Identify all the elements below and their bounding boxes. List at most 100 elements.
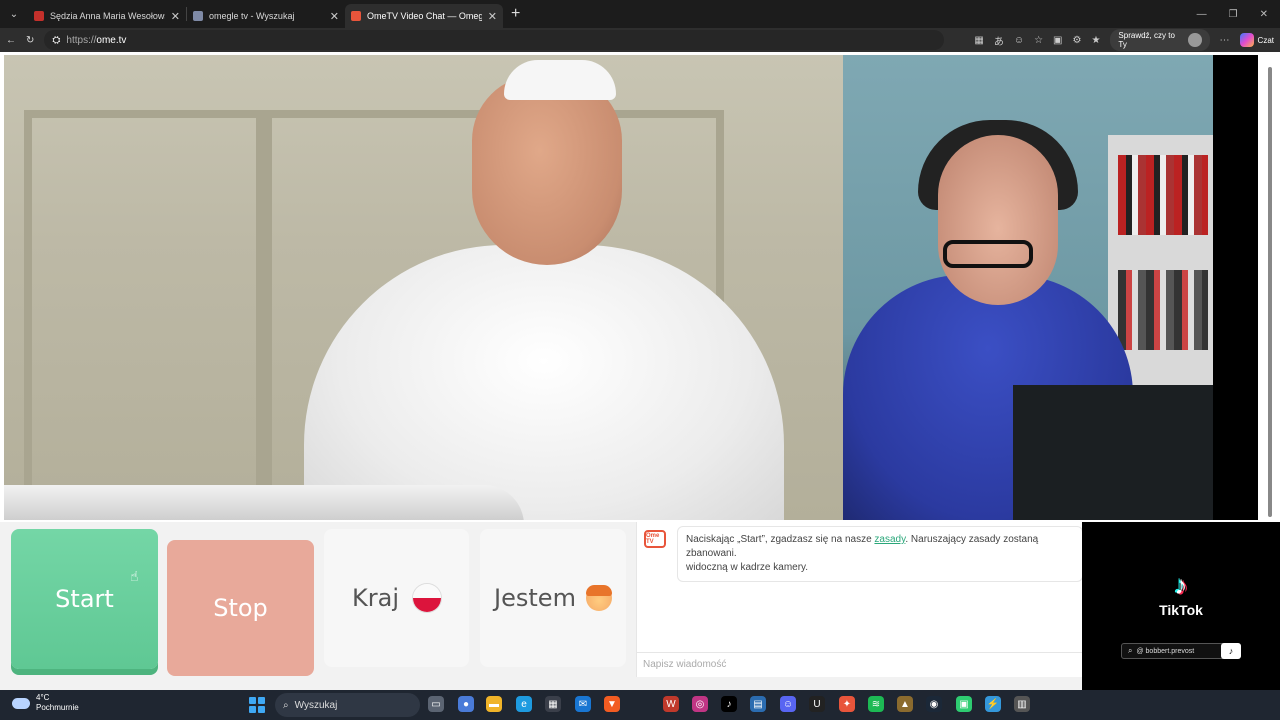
favorite-icon[interactable]: ☆ (1034, 35, 1043, 46)
input-placeholder: Napisz wiadomość (643, 659, 727, 670)
boy-emoji-icon (585, 585, 612, 611)
books (1118, 155, 1208, 235)
rules-link[interactable]: zasady (874, 534, 905, 545)
search-icon: ⌕ (1128, 646, 1133, 655)
tracking-icon[interactable]: ☺ (1014, 35, 1024, 46)
poland-flag-icon (412, 584, 441, 612)
brave-icon[interactable]: ▼ (604, 696, 620, 712)
calendar-icon[interactable]: ▤ (750, 696, 766, 712)
task-view-icon[interactable]: ▭ (428, 696, 444, 712)
message-input[interactable]: Napisz wiadomość (637, 652, 1083, 677)
tiktok-icon[interactable]: ♪ (721, 696, 737, 712)
address-toolbar: ← ↻ ⛭ https://ome.tv ▦ あ ☺ ☆ ▣ ⚙ ★ Spraw… (0, 28, 1280, 52)
person-face (472, 75, 622, 265)
tiktok-brand: TikTok (1159, 602, 1203, 618)
edge-icon[interactable]: e (516, 696, 532, 712)
white-cap (504, 60, 616, 100)
own-camera-video (843, 55, 1213, 520)
gender-label: Jestem (494, 584, 576, 612)
camera-icon[interactable]: ▣ (1053, 35, 1062, 46)
url-field[interactable]: ⛭ https://ome.tv (44, 30, 945, 50)
windows-taskbar: 4°C Pochmurnie ⌕ Wyszukaj ▭ ● ▬ e ▦ ✉ ▼ … (0, 690, 1280, 720)
copilot-button[interactable]: Czat (1239, 33, 1274, 47)
hand-cursor-icon: ☝ (130, 569, 139, 585)
app-game-icon[interactable]: ▲ (897, 696, 913, 712)
window-controls: — ❐ ✕ (1197, 9, 1280, 20)
app-red-icon[interactable]: ✦ (839, 696, 855, 712)
translate-icon[interactable]: あ (994, 33, 1004, 48)
taskbar-search[interactable]: ⌕ Wyszukaj (275, 693, 420, 717)
close-icon[interactable]: ✕ (171, 10, 180, 23)
new-tab-button[interactable]: + (511, 5, 520, 23)
message-text: Naciskając „Start”, zgadzasz się na nasz… (686, 534, 875, 545)
chat-panel: Ome TV Naciskając „Start”, zgadzasz się … (636, 522, 1083, 677)
tab-wesolowska[interactable]: Sędzia Anna Maria Wesołowska o ✕ (28, 4, 186, 28)
profile-label: Sprawdź, czy to Ty (1118, 31, 1175, 49)
country-button[interactable]: Kraj (324, 529, 469, 667)
close-icon[interactable]: ✕ (330, 10, 339, 23)
more-icon[interactable]: ⋯ (1220, 35, 1230, 46)
store-icon[interactable]: ▦ (545, 696, 561, 712)
tiktok-logo-icon: ♪ (1174, 570, 1188, 600)
back-icon[interactable]: ← (6, 35, 16, 46)
browser-tab-strip: ⌄ Sędzia Anna Maria Wesołowska o ✕ omegl… (0, 0, 1280, 28)
glasses (943, 240, 1033, 268)
copilot-icon[interactable]: ● (458, 696, 474, 712)
tab-label: OmeTV Video Chat — Omegle (367, 11, 482, 21)
tab-ometv[interactable]: OmeTV Video Chat — Omegle ✕ (345, 4, 503, 28)
close-window-icon[interactable]: ✕ (1260, 9, 1268, 20)
url-protocol: https:// (66, 34, 97, 46)
site-info-icon[interactable]: ⛭ (52, 35, 60, 46)
start-button[interactable]: Start ☝ (11, 529, 158, 669)
app-bolt-icon[interactable]: ⚡ (985, 696, 1001, 712)
scrollbar[interactable] (1266, 55, 1274, 520)
minimize-icon[interactable]: — (1197, 9, 1207, 20)
black-strip (1213, 55, 1258, 520)
chevron-down-icon: ⌄ (9, 8, 19, 20)
tiktok-overlay: ♪ TikTok ⌕ @ bobbert.prevost ♪ (1082, 522, 1280, 690)
ometv-favicon-icon (351, 11, 361, 21)
handle-text: @ bobbert.prevost (1136, 647, 1195, 655)
extensions-icon[interactable]: ⚙ (1072, 35, 1081, 46)
favorites-bar-icon[interactable]: ★ (1091, 35, 1100, 46)
gender-button[interactable]: Jestem (480, 529, 626, 667)
page-content: Start ☝ Stop Kraj Jestem Ome TV Naciskaj… (0, 52, 1280, 690)
tab-label: Sędzia Anna Maria Wesołowska o (50, 11, 165, 21)
app-gray-icon[interactable]: ▥ (1014, 696, 1030, 712)
app-u-icon[interactable]: U (809, 696, 825, 712)
weather-text: Pochmurnie (36, 703, 79, 712)
temperature: 4°C (36, 693, 50, 702)
stop-label: Stop (213, 594, 268, 622)
profile-button[interactable]: Sprawdź, czy to Ty (1110, 29, 1210, 51)
tiktok-small-icon: ♪ (1221, 643, 1241, 659)
steam-icon[interactable]: ◉ (926, 696, 942, 712)
scrollbar-thumb[interactable] (1268, 67, 1272, 517)
ometv-logo-icon: Ome TV (644, 530, 666, 548)
toolbar-icons: ▦ あ ☺ ☆ ▣ ⚙ ★ Sprawdź, czy to Ty ⋯ Czat (974, 29, 1274, 51)
outlook-icon[interactable]: ✉ (575, 696, 591, 712)
discord-icon[interactable]: ☺ (780, 696, 796, 712)
cloud-icon (12, 697, 30, 709)
search-favicon-icon (193, 11, 203, 21)
file-explorer-icon[interactable]: ▬ (486, 696, 502, 712)
car-roof (4, 485, 524, 520)
close-icon[interactable]: ✕ (488, 10, 497, 23)
apps-icon[interactable]: ▦ (974, 35, 983, 46)
tab-omegle-search[interactable]: omegle tv - Wyszukaj ✕ (187, 4, 345, 28)
stop-button[interactable]: Stop (167, 540, 314, 676)
country-label: Kraj (352, 584, 399, 612)
spotify-icon[interactable]: ≋ (868, 696, 884, 712)
app-green-icon[interactable]: ▣ (956, 696, 972, 712)
system-message: Naciskając „Start”, zgadzasz się na nasz… (677, 526, 1083, 582)
search-icon: ⌕ (283, 699, 289, 711)
maximize-icon[interactable]: ❐ (1229, 9, 1238, 20)
reload-icon[interactable]: ↻ (26, 35, 34, 46)
books (1118, 270, 1208, 350)
tab-label: omegle tv - Wyszukaj (209, 11, 295, 21)
app-w-icon[interactable]: W (663, 696, 679, 712)
instagram-icon[interactable]: ◎ (692, 696, 708, 712)
windows-start-icon[interactable] (249, 697, 265, 713)
weather-widget[interactable]: 4°C Pochmurnie (12, 693, 79, 713)
chat-controls: Start ☝ Stop Kraj Jestem Ome TV Naciskaj… (0, 522, 1083, 690)
tab-actions-button[interactable]: ⌄ (0, 0, 28, 28)
